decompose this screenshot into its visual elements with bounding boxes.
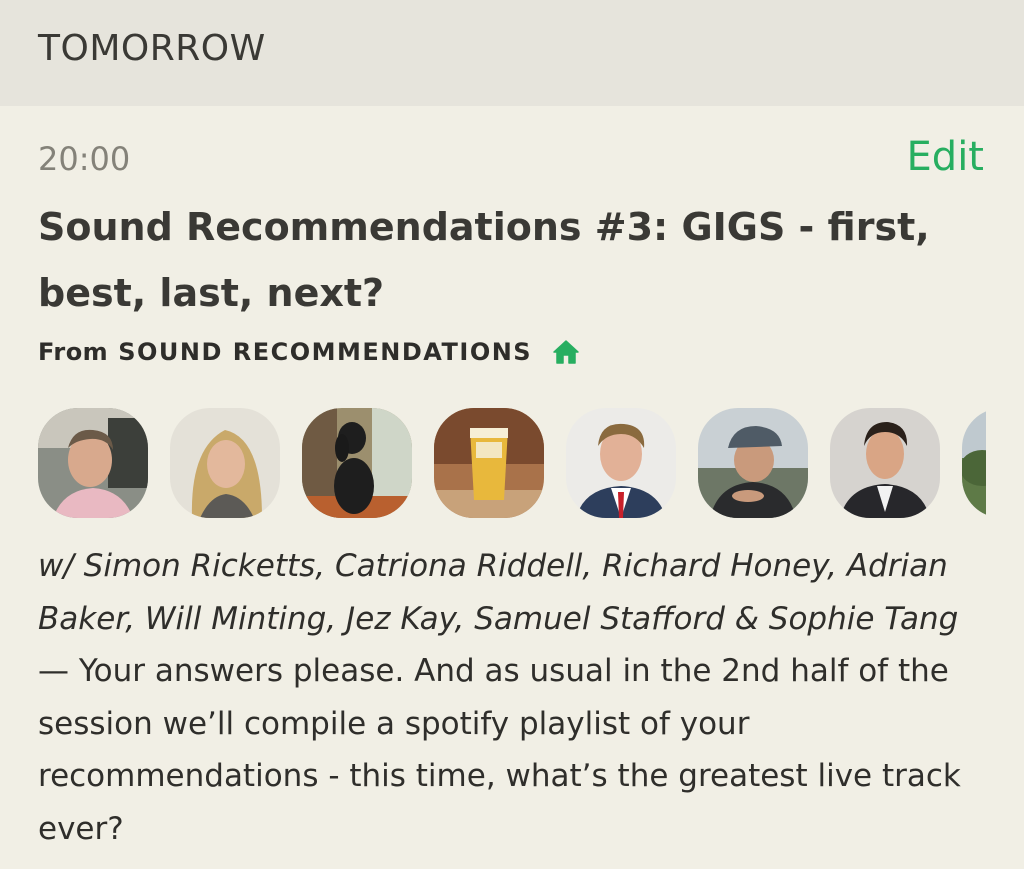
edit-button[interactable]: Edit <box>907 134 984 180</box>
club-name: SOUND RECOMMENDATIONS <box>118 338 533 366</box>
section-header: TOMORROW <box>0 0 1024 106</box>
description-text: — Your answers please. And as usual in t… <box>38 653 961 847</box>
avatar-sophie-tang[interactable] <box>962 408 986 518</box>
event-description: w/ Simon Ricketts, Catriona Riddell, Ric… <box>38 540 988 855</box>
avatar-will-minting[interactable] <box>566 408 676 518</box>
event-time: 20:00 <box>38 140 131 178</box>
club-line[interactable]: From SOUND RECOMMENDATIONS <box>38 338 580 366</box>
house-icon <box>552 338 580 366</box>
avatar-adrian-baker[interactable] <box>434 408 544 518</box>
avatar-richard-honey[interactable] <box>302 408 412 518</box>
avatar-catriona-riddell[interactable] <box>170 408 280 518</box>
speaker-list: w/ Simon Ricketts, Catriona Riddell, Ric… <box>38 548 959 637</box>
event-title[interactable]: Sound Recommendations #3: GIGS - first, … <box>38 194 978 326</box>
avatar-jez-kay[interactable] <box>698 408 808 518</box>
avatar-samuel-stafford[interactable] <box>830 408 940 518</box>
club-prefix: From <box>38 338 109 366</box>
speaker-avatars <box>38 408 986 518</box>
section-title: TOMORROW <box>38 28 266 69</box>
avatar-simon-ricketts[interactable] <box>38 408 148 518</box>
